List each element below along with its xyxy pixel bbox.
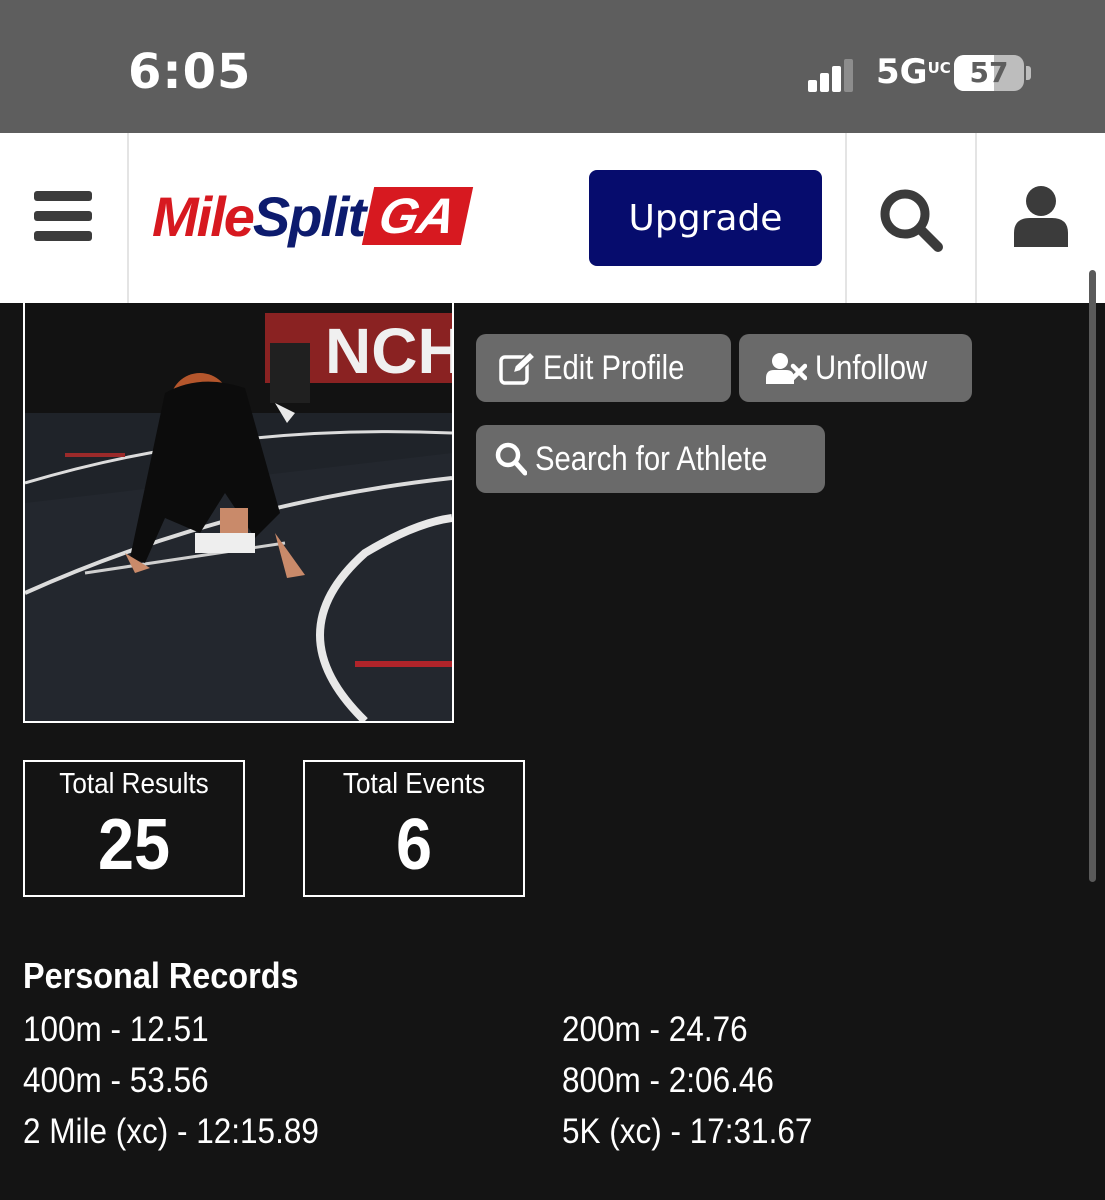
stat-value: 25 — [97, 805, 171, 885]
pr-item: 100m - 12.51 — [23, 1010, 209, 1049]
total-events-box: Total Events 6 — [303, 760, 525, 897]
pr-item: 200m - 24.76 — [562, 1010, 748, 1049]
pr-item: 5K (xc) - 17:31.67 — [562, 1112, 813, 1151]
edit-profile-label: Edit Profile — [543, 348, 685, 387]
unfollow-label: Unfollow — [815, 348, 928, 387]
menu-icon[interactable] — [34, 191, 92, 241]
edit-icon — [499, 351, 536, 385]
unfollow-button[interactable]: Unfollow — [739, 334, 972, 402]
edit-profile-button[interactable]: Edit Profile — [476, 334, 731, 402]
battery-icon: 57 — [954, 55, 1024, 91]
stat-value: 6 — [395, 805, 433, 885]
stat-label: Total Results — [59, 768, 209, 800]
pr-item: 2 Mile (xc) - 12:15.89 — [23, 1112, 319, 1151]
signal-icon — [808, 58, 853, 92]
search-athlete-button[interactable]: Search for Athlete — [476, 425, 825, 493]
site-header: Mile Split GA Upgrade — [0, 133, 1105, 303]
profile-photo: NCH — [23, 303, 454, 723]
pr-item: 800m - 2:06.46 — [562, 1061, 774, 1100]
svg-text:NCH: NCH — [325, 315, 452, 387]
stat-label: Total Events — [342, 768, 486, 800]
user-icon[interactable] — [1012, 185, 1070, 247]
status-time: 6:05 — [128, 44, 252, 100]
personal-records-title: Personal Records — [23, 955, 299, 996]
scrollbar[interactable] — [1089, 270, 1096, 882]
pr-item: 400m - 53.56 — [23, 1061, 209, 1100]
search-icon — [496, 442, 528, 476]
network-label: 5GUC — [876, 52, 951, 92]
search-icon[interactable] — [878, 187, 944, 253]
search-athlete-label: Search for Athlete — [535, 439, 768, 478]
status-bar: 6:05 5GUC 57 — [0, 0, 1105, 133]
site-logo[interactable]: Mile Split GA — [152, 185, 474, 248]
upgrade-button[interactable]: Upgrade — [589, 170, 822, 266]
user-times-icon — [766, 353, 808, 384]
battery-level: 57 — [969, 56, 1009, 89]
total-results-box: Total Results 25 — [23, 760, 245, 897]
